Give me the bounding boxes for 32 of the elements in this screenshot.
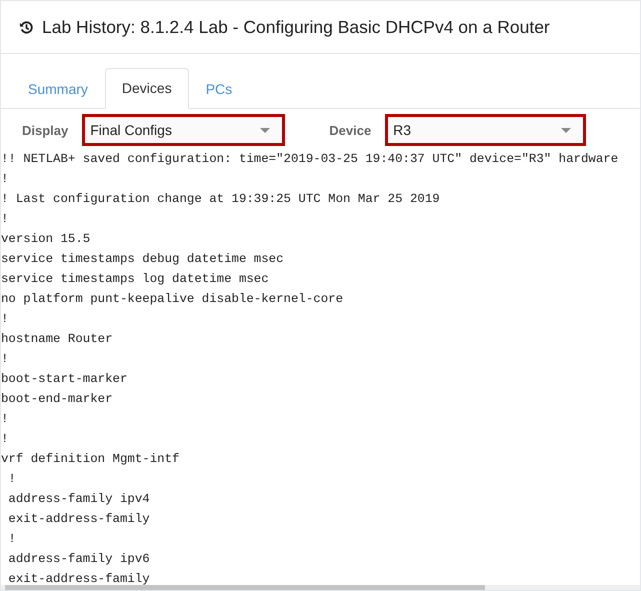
dropdown[interactable]: Final Configs: [82, 114, 286, 146]
scrollbar-thumb[interactable]: [5, 585, 485, 590]
window-title: Lab History: 8.1.2.4 Lab - Configuring Basic DHCPv4 on a Router: [42, 16, 550, 38]
config-line: no platform punt-keepalive disable-kernel-core: [1, 291, 344, 308]
config-line: !: [1, 431, 10, 448]
filter-label: Device: [329, 122, 372, 138]
config-line: !: [1, 171, 10, 188]
config-line: !: [1, 351, 10, 368]
config-line: !! NETLAB+ saved configuration: time="2019-03-25 19:40:37 UTC" device="R3" hardware: [1, 151, 620, 168]
config-line: vrf definition Mgmt-intf: [1, 451, 180, 468]
history-icon: [19, 20, 34, 34]
config-line: !: [1, 311, 10, 328]
config-line: exit-address-family: [7, 511, 151, 528]
config-line: boot-end-marker: [1, 391, 114, 408]
caret-icon: [561, 128, 572, 132]
filter-label: Display: [22, 122, 68, 138]
config-line: ! Last configuration change at 19:39:25 UTC Mon Mar 25 2019: [1, 191, 441, 208]
config-line: service timestamps log datetime msec: [1, 271, 270, 288]
config-line: boot-start-marker: [1, 371, 128, 388]
config-line: !: [1, 411, 10, 428]
config-line: version 15.5: [1, 231, 92, 248]
dropdown[interactable]: R3: [385, 114, 586, 146]
config-line: hostname Router: [1, 331, 114, 348]
config-line: exit-address-family: [7, 571, 151, 585]
config-line: !: [7, 471, 17, 488]
config-line: service timestamps debug datetime msec: [1, 251, 285, 268]
config-line: address-family ipv4: [7, 491, 151, 508]
caret-icon: [260, 128, 270, 132]
tab[interactable]: Devices: [104, 68, 189, 109]
config-line: !: [7, 531, 17, 548]
config-line: address-family ipv6: [7, 551, 151, 568]
config-line: !: [1, 211, 10, 228]
